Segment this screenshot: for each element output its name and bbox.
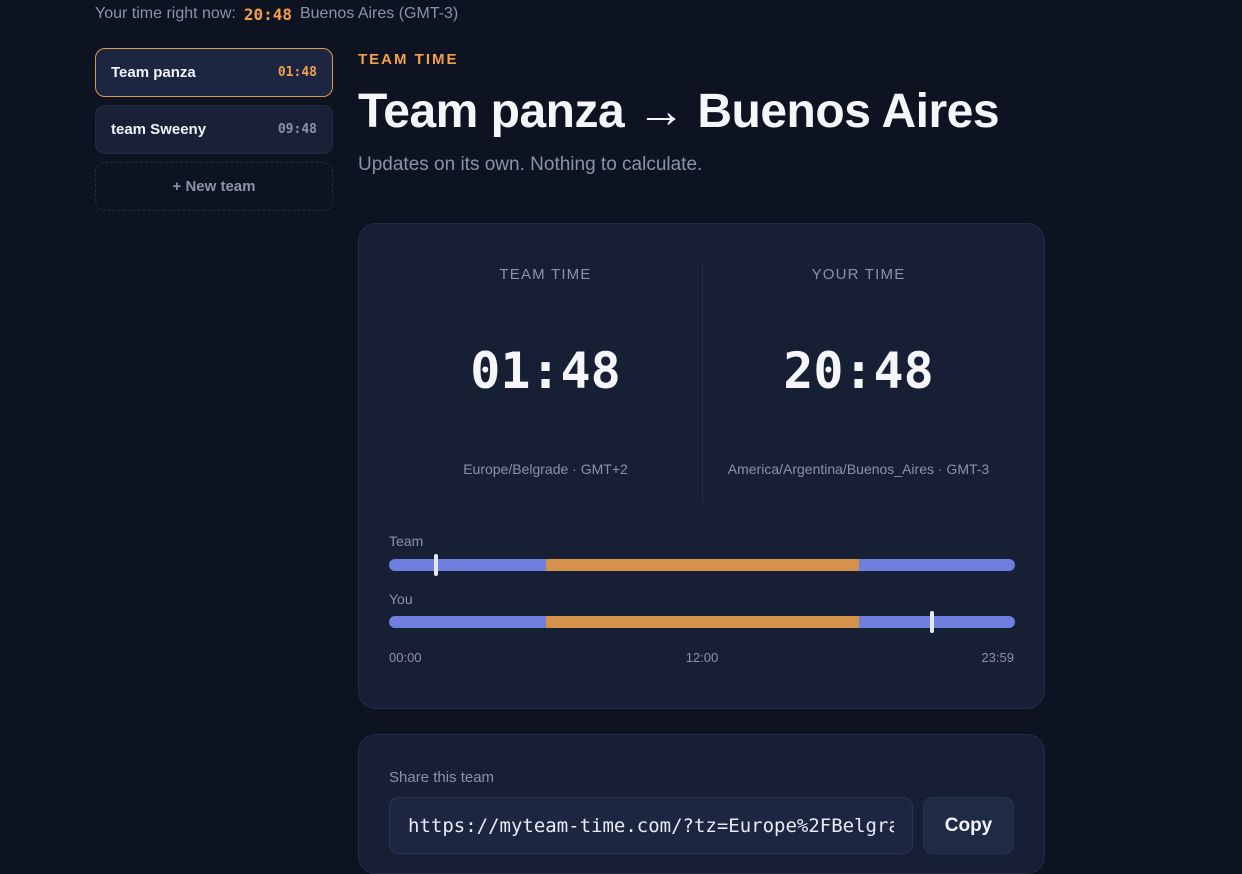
page-subtitle: Updates on its own. Nothing to calculate…: [358, 154, 703, 175]
your-clock-label: YOUR TIME: [811, 266, 906, 283]
share-label: Share this team: [389, 769, 495, 786]
team-now-marker: [433, 554, 438, 576]
current-time-location: Buenos Aires (GMT-3): [299, 5, 459, 22]
current-time-prefix: Your time right now:: [95, 5, 236, 22]
team-clock-zone: Europe/Belgrade · GMT+2: [463, 461, 628, 477]
you-now-marker: [929, 611, 934, 633]
team-track-label: Team: [389, 533, 424, 549]
main-content: TEAM TIME Team panza → Buenos Aires Upda…: [358, 48, 1045, 874]
team-time: 09:48: [277, 122, 317, 137]
you-day-track: [389, 611, 1015, 633]
your-clock-panel: YOUR TIME 20:48 America/Argentina/Buenos…: [702, 224, 1015, 504]
team-name: Team panza: [111, 64, 196, 81]
tick-mid: 12:00: [685, 650, 719, 665]
share-card: Share this team Copy: [358, 734, 1045, 874]
team-name: team Sweeny: [111, 121, 207, 138]
team-clock-panel: TEAM TIME 01:48 Europe/Belgrade · GMT+2: [389, 224, 702, 504]
current-time-bar: Your time right now: 20:48 Buenos Aires …: [95, 4, 458, 24]
team-clock-time: 01:48: [470, 342, 621, 400]
tick-start: 00:00: [389, 650, 422, 665]
your-clock-time: 20:48: [783, 342, 934, 400]
team-time: 01:48: [277, 65, 317, 80]
page-title: Team panza → Buenos Aires: [358, 85, 1000, 138]
sidebar-item-team-sweeny[interactable]: team Sweeny 09:48: [95, 105, 333, 154]
copy-button[interactable]: Copy: [923, 797, 1014, 854]
current-time-value: 20:48: [243, 4, 292, 24]
clock-card: TEAM TIME 01:48 Europe/Belgrade · GMT+2 …: [358, 223, 1045, 709]
new-team-button[interactable]: + New team: [95, 162, 333, 211]
team-work-hours: [545, 559, 859, 571]
team-day-track: [389, 554, 1015, 576]
sidebar-item-team-panza[interactable]: Team panza 01:48: [95, 48, 333, 97]
you-work-hours: [545, 616, 859, 628]
share-url-input[interactable]: [389, 797, 913, 854]
team-clock-label: TEAM TIME: [499, 266, 592, 283]
your-clock-zone: America/Argentina/Buenos_Aires · GMT-3: [727, 461, 990, 477]
tick-end: 23:59: [981, 650, 1014, 665]
you-track-label: You: [389, 591, 413, 607]
team-sidebar: Team panza 01:48 team Sweeny 09:48 + New…: [95, 48, 333, 211]
section-eyebrow: TEAM TIME: [358, 51, 459, 68]
